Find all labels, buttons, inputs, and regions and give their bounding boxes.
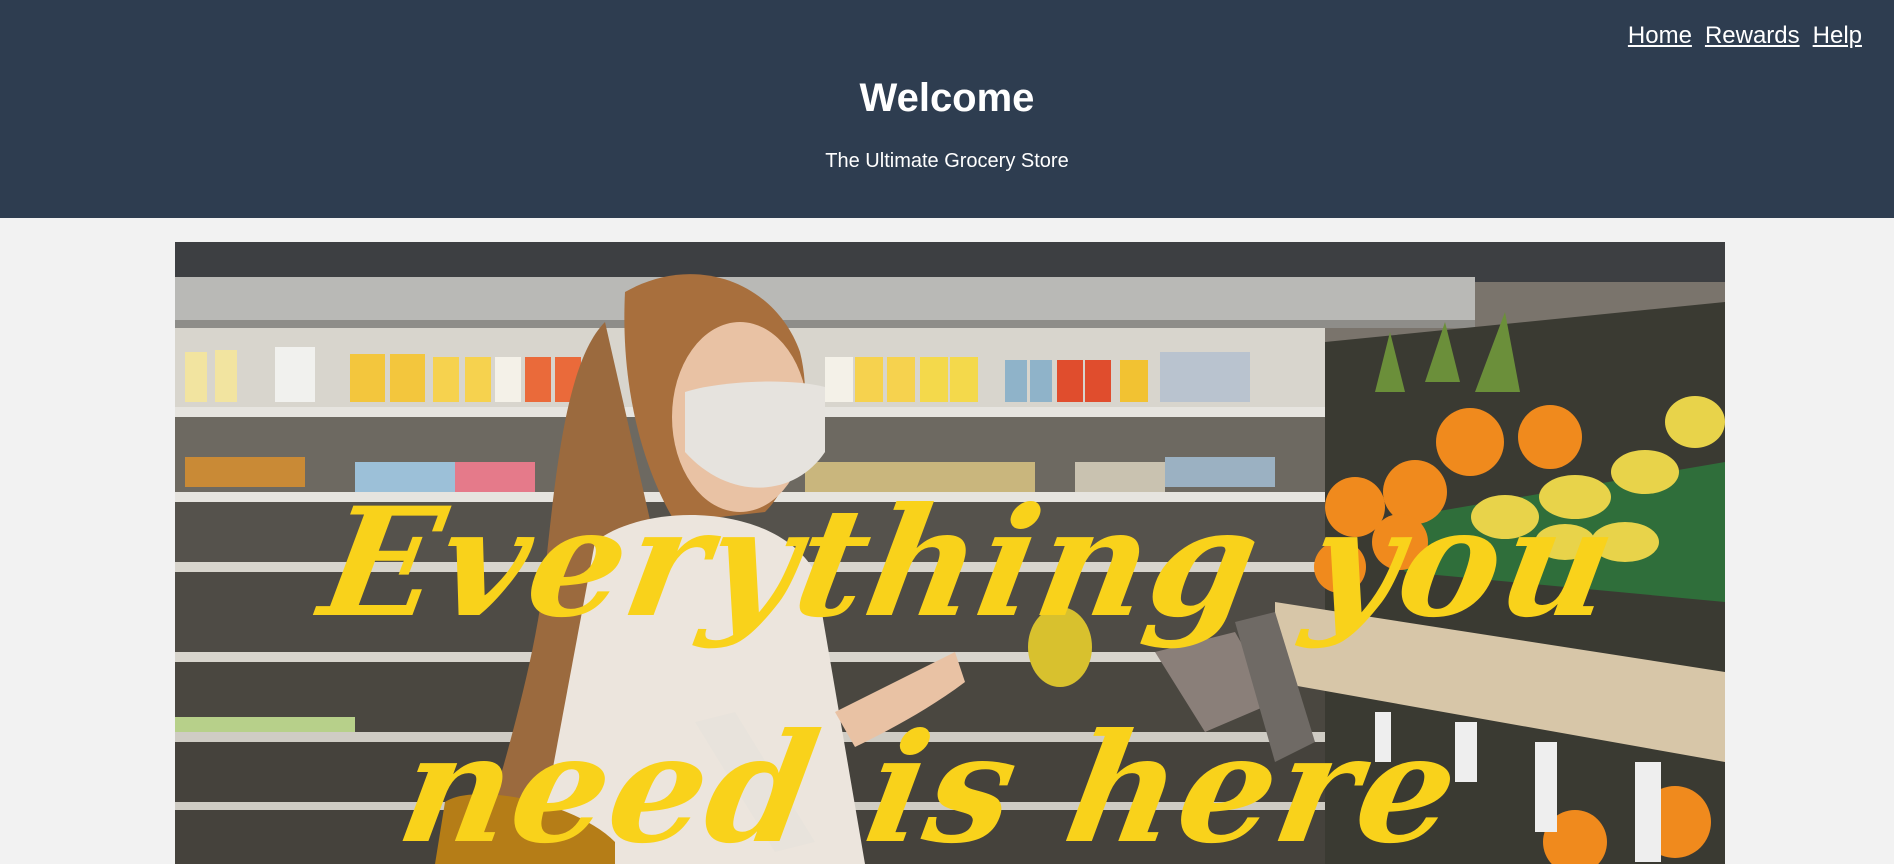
- site-header: Home Rewards Help Welcome The Ultimate G…: [0, 0, 1894, 218]
- nav-link-help[interactable]: Help: [1813, 22, 1862, 50]
- top-nav: Home Rewards Help: [1628, 22, 1862, 50]
- hero-tagline: Everything you need is here: [309, 475, 1630, 864]
- page-subtitle: The Ultimate Grocery Store: [825, 150, 1069, 172]
- page-title: Welcome: [859, 76, 1035, 120]
- nav-link-home[interactable]: Home: [1628, 22, 1692, 50]
- hero-banner: Everything you need is here: [175, 242, 1725, 864]
- nav-link-rewards[interactable]: Rewards: [1705, 22, 1800, 50]
